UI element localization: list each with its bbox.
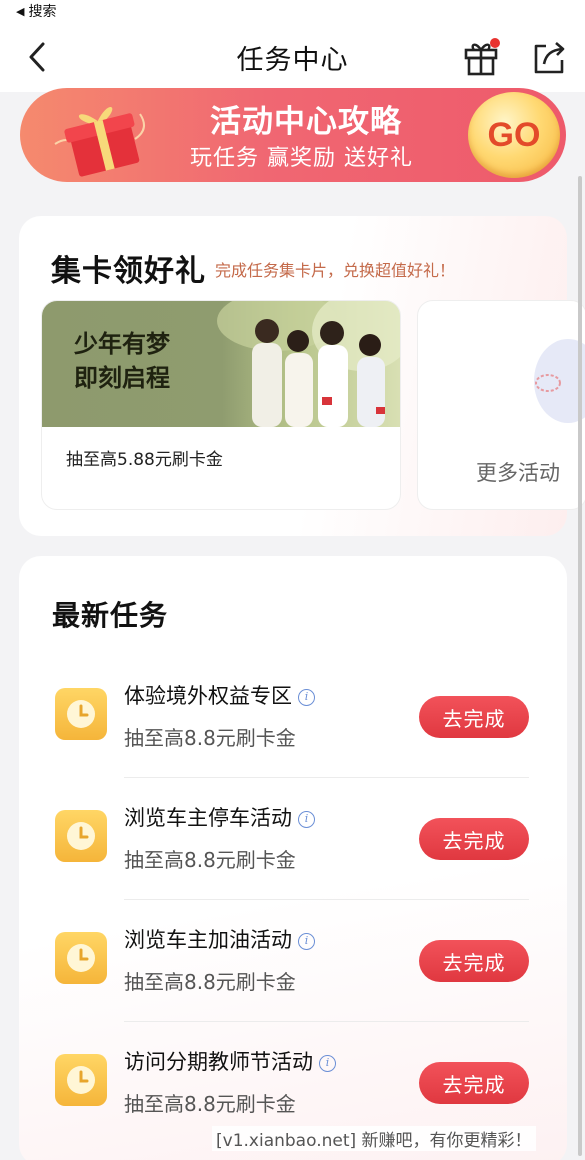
promo-card[interactable]: 少年有梦 即刻启程 抽至高5.88元刷卡金 bbox=[41, 300, 401, 510]
task-name: 访问分期教师节活动 i bbox=[124, 1046, 336, 1076]
task-name: 浏览车主停车活动 i bbox=[124, 802, 315, 832]
watermark: [v1.xianbao.net] 新赚吧，有你更精彩！ bbox=[212, 1126, 536, 1151]
latest-tasks-section: 最新任务 体验境外权益专区 i 抽至高8.8元刷卡金 去完成 浏览车主停车活动 i … bbox=[19, 556, 567, 1160]
status-back-label[interactable]: 搜索 bbox=[28, 1, 56, 21]
clock-icon bbox=[55, 688, 107, 740]
task-item: 浏览车主停车活动 i 抽至高8.8元刷卡金 去完成 bbox=[19, 778, 567, 900]
latest-tasks-title: 最新任务 bbox=[52, 599, 169, 632]
info-icon[interactable]: i bbox=[298, 810, 315, 828]
task-reward: 抽至高8.8元刷卡金 bbox=[124, 970, 296, 994]
back-arrow-icon[interactable] bbox=[22, 40, 52, 74]
more-activities-card[interactable]: 更多活动 bbox=[417, 300, 585, 510]
task-reward: 抽至高8.8元刷卡金 bbox=[124, 726, 296, 750]
task-name: 体验境外权益专区 i bbox=[124, 680, 315, 710]
share-icon[interactable] bbox=[530, 40, 568, 76]
go-button[interactable]: GO bbox=[468, 92, 560, 178]
gift-icon[interactable] bbox=[462, 38, 502, 76]
scrollbar[interactable] bbox=[578, 176, 582, 1156]
go-label: GO bbox=[487, 115, 541, 154]
task-reward: 抽至高8.8元刷卡金 bbox=[124, 1092, 296, 1116]
more-activities-illustration bbox=[534, 339, 585, 423]
task-name-text: 访问分期教师节活动 bbox=[124, 1050, 313, 1074]
promo-headline-line2: 即刻启程 bbox=[74, 364, 170, 392]
collect-cards-section: 集卡领好礼 完成任务集卡片，兑换超值好礼！ 少年有梦 即刻启程 抽至高5.88元… bbox=[19, 216, 585, 536]
task-reward: 抽至高8.8元刷卡金 bbox=[124, 848, 296, 872]
back-triangle-icon[interactable]: ◀ bbox=[16, 5, 24, 18]
task-item: 体验境外权益专区 i 抽至高8.8元刷卡金 去完成 bbox=[19, 656, 567, 778]
banner-subtitle: 玩任务 赢奖励 送好礼 bbox=[190, 146, 413, 171]
complete-task-button[interactable]: 去完成 bbox=[419, 940, 529, 982]
promo-reward: 抽至高5.88元刷卡金 bbox=[66, 450, 223, 470]
clock-icon bbox=[55, 1054, 107, 1106]
page-title: 任务中心 bbox=[236, 44, 349, 76]
promo-image: 少年有梦 即刻启程 bbox=[42, 301, 400, 427]
complete-task-button[interactable]: 去完成 bbox=[419, 818, 529, 860]
info-icon[interactable]: i bbox=[298, 688, 315, 706]
promo-headline-line1: 少年有梦 bbox=[74, 330, 170, 358]
status-bar: ◀ 搜索 bbox=[0, 0, 585, 22]
task-name-text: 浏览车主加油活动 bbox=[124, 928, 292, 952]
info-icon[interactable]: i bbox=[319, 1054, 336, 1072]
clock-icon bbox=[55, 810, 107, 862]
info-icon[interactable]: i bbox=[298, 932, 315, 950]
nav-bar: 任务中心 bbox=[0, 22, 585, 92]
banner-title: 活动中心攻略 bbox=[210, 104, 402, 140]
task-name-text: 浏览车主停车活动 bbox=[124, 806, 292, 830]
task-item: 浏览车主加油活动 i 抽至高8.8元刷卡金 去完成 bbox=[19, 900, 567, 1022]
complete-task-button[interactable]: 去完成 bbox=[419, 1062, 529, 1104]
promo-headline: 少年有梦 即刻启程 bbox=[74, 327, 170, 395]
task-name-text: 体验境外权益专区 bbox=[124, 684, 292, 708]
collect-cards-title: 集卡领好礼 bbox=[51, 254, 206, 289]
gift-box-icon bbox=[50, 94, 160, 178]
notification-badge bbox=[490, 38, 500, 48]
task-name: 浏览车主加油活动 i bbox=[124, 924, 315, 954]
activity-guide-banner[interactable]: 活动中心攻略 玩任务 赢奖励 送好礼 GO bbox=[20, 88, 566, 182]
complete-task-button[interactable]: 去完成 bbox=[419, 696, 529, 738]
task-list: 体验境外权益专区 i 抽至高8.8元刷卡金 去完成 浏览车主停车活动 i 抽至高8.… bbox=[19, 656, 567, 1144]
collect-cards-subtitle: 完成任务集卡片，兑换超值好礼！ bbox=[215, 261, 456, 280]
more-activities-label: 更多活动 bbox=[476, 461, 560, 485]
clock-icon bbox=[55, 932, 107, 984]
